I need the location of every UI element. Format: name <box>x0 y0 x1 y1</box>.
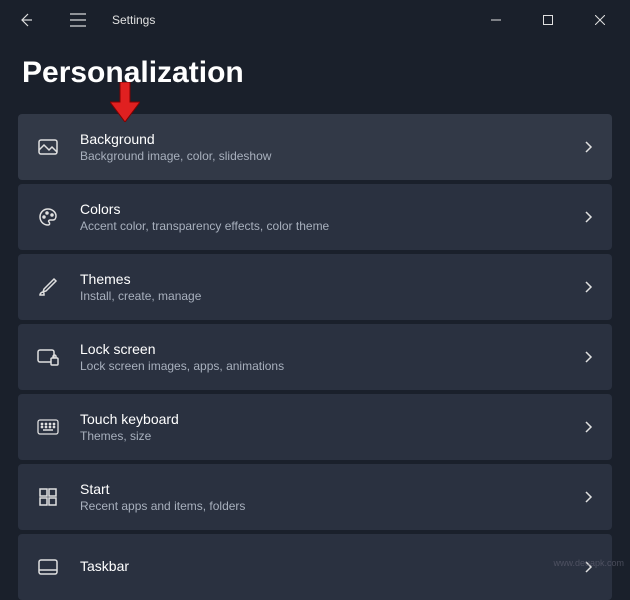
setting-item-themes[interactable]: Themes Install, create, manage <box>18 254 612 320</box>
watermark: www.deuapk.com <box>553 558 624 568</box>
item-text: Themes Install, create, manage <box>80 271 562 303</box>
item-text: Touch keyboard Themes, size <box>80 411 562 443</box>
item-subtitle: Themes, size <box>80 429 562 443</box>
item-title: Themes <box>80 271 562 287</box>
chevron-right-icon <box>582 141 594 153</box>
start-icon <box>36 485 60 509</box>
setting-item-colors[interactable]: Colors Accent color, transparency effect… <box>18 184 612 250</box>
back-arrow-icon <box>18 12 34 28</box>
setting-item-start[interactable]: Start Recent apps and items, folders <box>18 464 612 530</box>
lockscreen-icon <box>36 345 60 369</box>
chevron-right-icon <box>582 281 594 293</box>
item-subtitle: Recent apps and items, folders <box>80 499 562 513</box>
titlebar-left: Settings <box>8 2 474 38</box>
hamburger-icon <box>70 13 86 27</box>
window-controls <box>474 4 622 36</box>
item-title: Taskbar <box>80 558 562 574</box>
item-title: Touch keyboard <box>80 411 562 427</box>
item-title: Colors <box>80 201 562 217</box>
brush-icon <box>36 275 60 299</box>
item-subtitle: Accent color, transparency effects, colo… <box>80 219 562 233</box>
item-subtitle: Background image, color, slideshow <box>80 149 562 163</box>
image-icon <box>36 135 60 159</box>
setting-item-lockscreen[interactable]: Lock screen Lock screen images, apps, an… <box>18 324 612 390</box>
close-icon <box>595 15 605 25</box>
taskbar-icon <box>36 555 60 579</box>
minimize-button[interactable] <box>474 4 518 36</box>
setting-item-touchkeyboard[interactable]: Touch keyboard Themes, size <box>18 394 612 460</box>
titlebar: Settings <box>0 0 630 40</box>
keyboard-icon <box>36 415 60 439</box>
menu-button[interactable] <box>60 2 96 38</box>
chevron-right-icon <box>582 211 594 223</box>
item-text: Lock screen Lock screen images, apps, an… <box>80 341 562 373</box>
item-title: Start <box>80 481 562 497</box>
item-text: Taskbar <box>80 558 562 576</box>
annotation-arrow <box>110 82 140 127</box>
chevron-right-icon <box>582 351 594 363</box>
setting-item-background[interactable]: Background Background image, color, slid… <box>18 114 612 180</box>
maximize-icon <box>543 15 553 25</box>
palette-icon <box>36 205 60 229</box>
chevron-right-icon <box>582 491 594 503</box>
chevron-right-icon <box>582 421 594 433</box>
app-title: Settings <box>112 13 155 27</box>
item-subtitle: Install, create, manage <box>80 289 562 303</box>
item-title: Background <box>80 131 562 147</box>
setting-item-taskbar[interactable]: Taskbar <box>18 534 612 600</box>
minimize-icon <box>491 15 501 25</box>
maximize-button[interactable] <box>526 4 570 36</box>
item-title: Lock screen <box>80 341 562 357</box>
item-text: Colors Accent color, transparency effect… <box>80 201 562 233</box>
item-subtitle: Lock screen images, apps, animations <box>80 359 562 373</box>
back-button[interactable] <box>8 2 44 38</box>
close-button[interactable] <box>578 4 622 36</box>
settings-list: Background Background image, color, slid… <box>0 114 630 600</box>
item-text: Background Background image, color, slid… <box>80 131 562 163</box>
item-text: Start Recent apps and items, folders <box>80 481 562 513</box>
